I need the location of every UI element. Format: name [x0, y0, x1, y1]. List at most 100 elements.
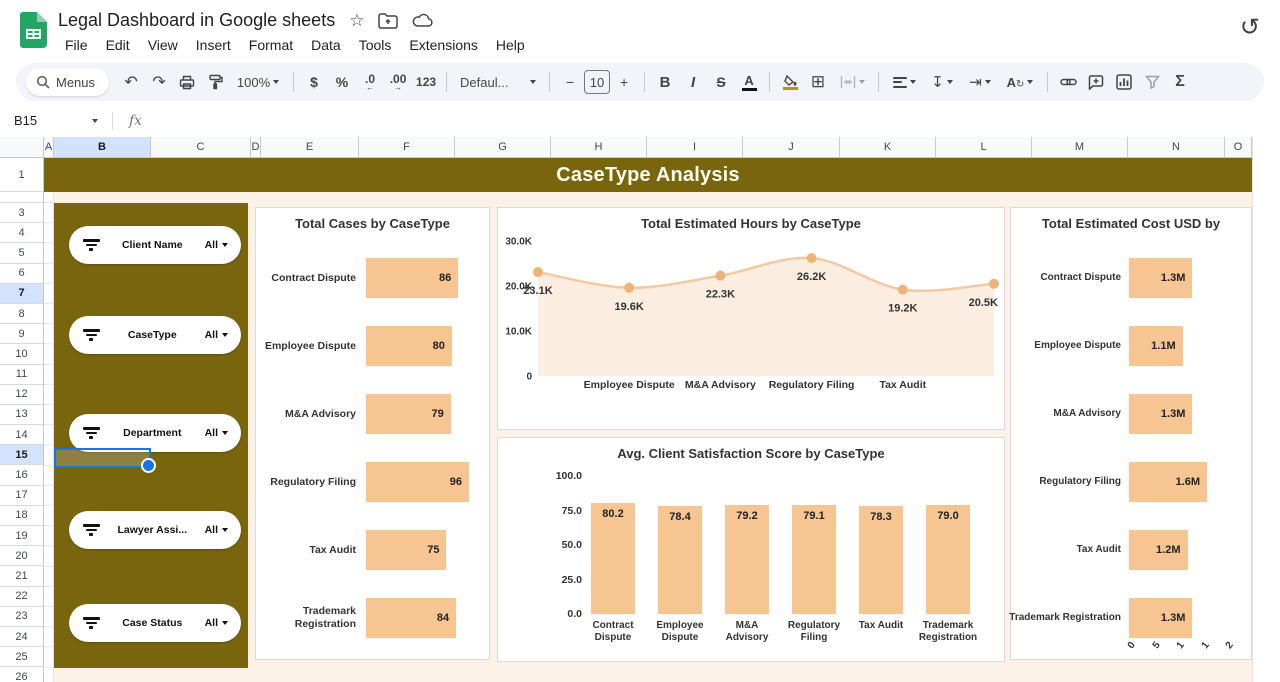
col-header-g[interactable]: G: [455, 137, 551, 158]
row-header-13[interactable]: 13: [0, 405, 44, 425]
col-header-m[interactable]: M: [1032, 137, 1128, 158]
move-folder-icon[interactable]: [378, 13, 398, 29]
version-history-icon[interactable]: ↺: [1240, 13, 1260, 42]
selection-fill-handle[interactable]: [141, 458, 156, 473]
row-header-12[interactable]: 12: [0, 385, 44, 405]
sheets-logo-icon[interactable]: [20, 12, 47, 53]
row-header-15[interactable]: 15: [0, 445, 44, 465]
font-size-input[interactable]: 10: [584, 70, 610, 94]
menu-edit[interactable]: Edit: [97, 35, 139, 55]
increase-decimal-button[interactable]: .00→: [385, 69, 411, 96]
increase-font-size-button[interactable]: +: [611, 69, 637, 96]
row-header-8[interactable]: 8: [0, 304, 44, 324]
search-menus-button[interactable]: Menus: [26, 68, 109, 96]
slicer-casetype[interactable]: CaseTypeAll: [69, 316, 241, 354]
row-header-1[interactable]: 1: [0, 158, 44, 192]
insert-link-button[interactable]: [1055, 69, 1081, 96]
col-header-i[interactable]: I: [647, 137, 743, 158]
menu-data[interactable]: Data: [302, 35, 350, 55]
col-header-k[interactable]: K: [840, 137, 936, 158]
slicer-value[interactable]: All: [205, 427, 228, 439]
col-header-d[interactable]: D: [251, 137, 261, 158]
menu-format[interactable]: Format: [240, 35, 302, 55]
decrease-font-size-button[interactable]: −: [557, 69, 583, 96]
bold-button[interactable]: B: [652, 69, 678, 96]
merge-cells-button[interactable]: [833, 69, 871, 96]
menu-view[interactable]: View: [139, 35, 187, 55]
col-header-e[interactable]: E: [261, 137, 359, 158]
vertical-align-button[interactable]: ↧: [924, 69, 960, 96]
font-family-dropdown[interactable]: Defaul...: [454, 69, 542, 96]
cloud-status-icon[interactable]: [412, 13, 434, 29]
menu-extensions[interactable]: Extensions: [400, 35, 486, 55]
menu-tools[interactable]: Tools: [350, 35, 401, 55]
text-color-button[interactable]: A: [736, 69, 762, 96]
insert-comment-button[interactable]: [1083, 69, 1109, 96]
col-header-c[interactable]: C: [151, 137, 251, 158]
menu-file[interactable]: File: [56, 35, 97, 55]
create-filter-button[interactable]: [1139, 69, 1165, 96]
row-header-25[interactable]: 25: [0, 647, 44, 667]
slicer-value[interactable]: All: [205, 329, 228, 341]
name-box[interactable]: B15: [0, 113, 106, 128]
chart-total-cases[interactable]: Total Cases by CaseType Contract Dispute…: [255, 207, 490, 660]
row-header-22[interactable]: 22: [0, 587, 44, 607]
col-header-l[interactable]: L: [936, 137, 1032, 158]
row-header-4[interactable]: 4: [0, 223, 44, 243]
horizontal-align-button[interactable]: [886, 69, 922, 96]
col-header-b[interactable]: B: [54, 137, 151, 158]
row-header-24[interactable]: 24: [0, 627, 44, 647]
more-formats-button[interactable]: 123: [413, 69, 439, 96]
redo-button[interactable]: ↷: [146, 69, 172, 96]
text-rotate-button[interactable]: A↻: [1000, 69, 1040, 96]
borders-button[interactable]: ⊞: [805, 69, 831, 96]
col-header-h[interactable]: H: [551, 137, 647, 158]
chart-estimated-hours[interactable]: Total Estimated Hours by CaseType 30.0K2…: [497, 207, 1005, 430]
col-header-n[interactable]: N: [1128, 137, 1225, 158]
row-header-10[interactable]: 10: [0, 344, 44, 364]
row-header-9[interactable]: 9: [0, 324, 44, 344]
undo-button[interactable]: ↶: [118, 69, 144, 96]
star-icon[interactable]: ☆: [349, 12, 364, 29]
row-header-19[interactable]: 19: [0, 526, 44, 546]
slicer-value[interactable]: All: [205, 239, 228, 251]
column-a-cells[interactable]: [44, 192, 54, 682]
row-header-7[interactable]: 7: [0, 284, 44, 304]
text-wrap-button[interactable]: ⇥: [962, 69, 998, 96]
menu-help[interactable]: Help: [487, 35, 534, 55]
insert-chart-button[interactable]: [1111, 69, 1137, 96]
row-header-17[interactable]: 17: [0, 486, 44, 506]
slicer-department[interactable]: DepartmentAll: [69, 414, 241, 452]
row-header-3[interactable]: 3: [0, 203, 44, 223]
row-header-23[interactable]: 23: [0, 607, 44, 627]
format-currency-button[interactable]: $: [301, 69, 327, 96]
slicer-case-status[interactable]: Case StatusAll: [69, 604, 241, 642]
functions-button[interactable]: Σ: [1167, 69, 1193, 96]
zoom-dropdown[interactable]: 100%: [230, 69, 286, 96]
slicer-value[interactable]: All: [205, 617, 228, 629]
row-header-18[interactable]: 18: [0, 506, 44, 526]
chart-estimated-cost[interactable]: Total Estimated Cost USD by Contract Dis…: [1010, 207, 1252, 660]
slicer-client-name[interactable]: Client NameAll: [69, 226, 241, 264]
italic-button[interactable]: I: [680, 69, 706, 96]
row-header-16[interactable]: 16: [0, 465, 44, 485]
col-header-f[interactable]: F: [359, 137, 455, 158]
slicer-value[interactable]: All: [205, 524, 228, 536]
col-header-a[interactable]: A: [44, 137, 54, 158]
strikethrough-button[interactable]: S: [708, 69, 734, 96]
row-header-11[interactable]: 11: [0, 365, 44, 385]
print-button[interactable]: [174, 69, 200, 96]
fill-color-button[interactable]: [777, 69, 803, 96]
select-all-corner[interactable]: [0, 137, 44, 158]
document-title[interactable]: Legal Dashboard in Google sheets: [58, 10, 335, 31]
format-percent-button[interactable]: %: [329, 69, 355, 96]
paint-format-button[interactable]: [202, 69, 228, 96]
chart-satisfaction-score[interactable]: Avg. Client Satisfaction Score by CaseTy…: [497, 437, 1005, 662]
row-header-21[interactable]: 21: [0, 566, 44, 586]
col-header-j[interactable]: J: [743, 137, 840, 158]
col-header-o[interactable]: O: [1225, 137, 1252, 158]
row-header-20[interactable]: 20: [0, 546, 44, 566]
row-header-2[interactable]: [0, 192, 44, 203]
row-header-14[interactable]: 14: [0, 425, 44, 445]
slicer-lawyer-assi[interactable]: Lawyer Assi...All: [69, 511, 241, 549]
